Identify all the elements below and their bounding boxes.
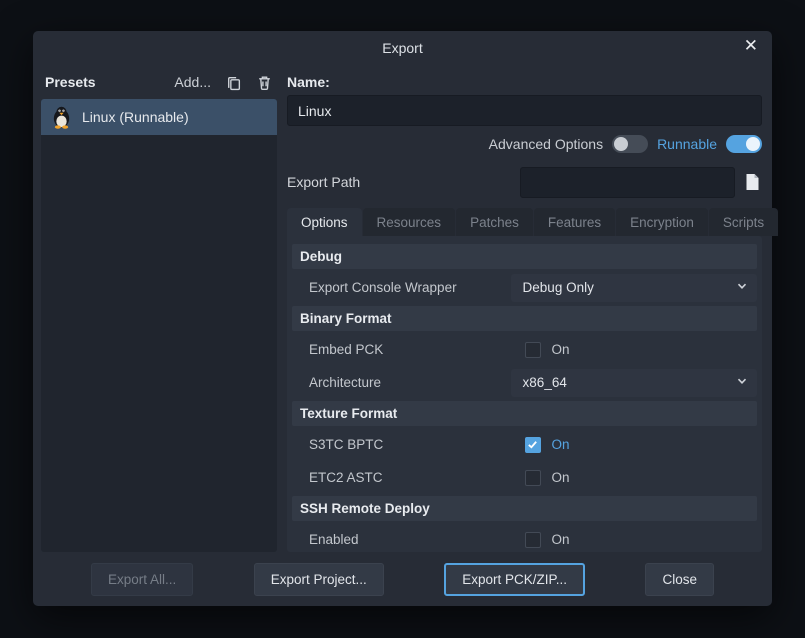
advanced-options-label: Advanced Options (489, 136, 603, 152)
preset-name-input[interactable] (287, 95, 762, 126)
export-project-button[interactable]: Export Project... (254, 563, 384, 596)
preset-list[interactable]: Linux (Runnable) (41, 99, 277, 552)
chevron-down-icon (736, 375, 748, 390)
duplicate-preset-icon[interactable] (223, 72, 244, 93)
embed-pck-on-label: On (552, 342, 570, 357)
tab-bar: Options Resources Patches Features Encry… (287, 208, 762, 236)
close-icon[interactable]: ✕ (740, 35, 762, 56)
section-header-ssh-remote-deploy: SSH Remote Deploy (292, 496, 757, 521)
delete-preset-icon[interactable] (254, 72, 275, 93)
export-pck-zip-button[interactable]: Export PCK/ZIP... (444, 563, 585, 596)
runnable-toggle[interactable] (726, 135, 762, 153)
ssh-enabled-on-label: On (552, 532, 570, 547)
tab-resources[interactable]: Resources (363, 208, 456, 236)
chevron-down-icon (736, 280, 748, 295)
row-embed-pck: Embed PCK On (292, 334, 757, 365)
tab-patches[interactable]: Patches (456, 208, 533, 236)
close-button[interactable]: Close (645, 563, 714, 596)
dialog-body: Presets Add... (33, 63, 772, 552)
section-header-binary-format: Binary Format (292, 306, 757, 331)
section-header-texture-format: Texture Format (292, 401, 757, 426)
toggles-row: Advanced Options Runnable (287, 126, 762, 162)
presets-panel: Presets Add... (41, 65, 277, 552)
linux-penguin-icon (50, 105, 73, 129)
architecture-dropdown[interactable]: x86_64 (511, 369, 757, 397)
export-dialog: Export ✕ Presets Add... (33, 31, 772, 606)
row-s3tc-bptc: S3TC BPTC On (292, 429, 757, 460)
tab-features[interactable]: Features (534, 208, 615, 236)
embed-pck-label: Embed PCK (292, 342, 511, 357)
preset-item-linux[interactable]: Linux (Runnable) (41, 99, 277, 135)
architecture-label: Architecture (292, 375, 511, 390)
toggle-knob (746, 137, 760, 151)
browse-file-icon[interactable] (742, 171, 762, 193)
export-console-wrapper-label: Export Console Wrapper (292, 280, 511, 295)
export-path-label: Export Path (287, 174, 360, 190)
add-preset-button[interactable]: Add... (172, 72, 213, 92)
etc2-astc-on-label: On (552, 470, 570, 485)
embed-pck-checkbox[interactable] (525, 342, 541, 358)
tab-scripts[interactable]: Scripts (709, 208, 778, 236)
row-ssh-enabled: Enabled On (292, 524, 757, 555)
toggle-knob (614, 137, 628, 151)
export-form-panel: Name: Advanced Options Runnable Export P… (287, 65, 764, 552)
name-label: Name: (287, 69, 762, 95)
dialog-titlebar: Export ✕ (33, 33, 772, 63)
row-etc2-astc: ETC2 ASTC On (292, 462, 757, 493)
editor-backdrop: Export ✕ Presets Add... (0, 0, 805, 638)
ssh-enabled-checkbox[interactable] (525, 532, 541, 548)
s3tc-bptc-checkbox[interactable] (525, 437, 541, 453)
runnable-label: Runnable (657, 136, 717, 152)
row-architecture: Architecture x86_64 (292, 367, 757, 398)
options-tab-panel: Debug Export Console Wrapper Debug Only (287, 236, 762, 552)
s3tc-bptc-on-label: On (552, 437, 570, 452)
section-header-debug: Debug (292, 244, 757, 269)
export-all-button[interactable]: Export All... (91, 563, 193, 596)
presets-heading: Presets (45, 74, 96, 90)
tab-options[interactable]: Options (287, 208, 362, 236)
etc2-astc-checkbox[interactable] (525, 470, 541, 486)
preset-item-label: Linux (Runnable) (82, 109, 189, 125)
dropdown-value: x86_64 (523, 375, 567, 390)
etc2-astc-label: ETC2 ASTC (292, 470, 511, 485)
s3tc-bptc-label: S3TC BPTC (292, 437, 511, 452)
presets-header: Presets Add... (41, 65, 277, 99)
advanced-options-toggle[interactable] (612, 135, 648, 153)
ssh-enabled-label: Enabled (292, 532, 511, 547)
dropdown-value: Debug Only (523, 280, 594, 295)
tab-encryption[interactable]: Encryption (616, 208, 708, 236)
export-console-wrapper-dropdown[interactable]: Debug Only (511, 274, 757, 302)
dialog-footer: Export All... Export Project... Export P… (33, 552, 772, 606)
dialog-title: Export (382, 40, 422, 56)
row-export-console-wrapper: Export Console Wrapper Debug Only (292, 272, 757, 303)
export-path-row: Export Path (287, 162, 762, 202)
export-path-input[interactable] (520, 167, 735, 198)
